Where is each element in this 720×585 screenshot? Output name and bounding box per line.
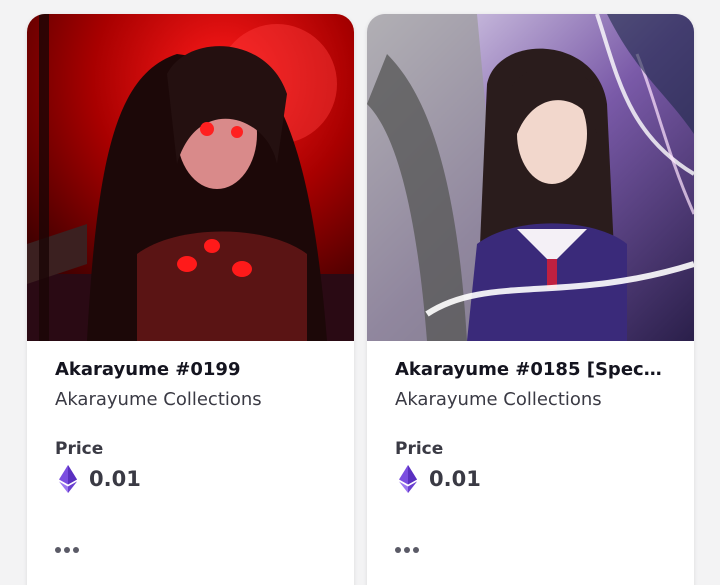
- ethereum-icon: [59, 465, 77, 493]
- nft-card[interactable]: Akarayume #0185 [Special Edition] Akaray…: [367, 14, 694, 585]
- nft-card[interactable]: Akarayume #0199 Akarayume Collections Pr…: [27, 14, 354, 585]
- nft-title[interactable]: Akarayume #0185 [Special Edition]: [395, 357, 666, 383]
- nft-card-grid: Akarayume #0199 Akarayume Collections Pr…: [0, 0, 720, 585]
- price-label: Price: [55, 439, 104, 459]
- more-dot: [413, 547, 419, 553]
- price-value: 0.01: [89, 467, 141, 491]
- more-options-button[interactable]: [55, 536, 95, 556]
- more-dot: [404, 547, 410, 553]
- more-dot: [73, 547, 79, 553]
- collection-name[interactable]: Akarayume Collections: [55, 387, 326, 413]
- nft-artwork-image[interactable]: [27, 14, 354, 341]
- price-label: Price: [395, 439, 444, 459]
- more-horizontal-icon: [55, 547, 61, 553]
- price-row: 0.01: [55, 464, 326, 494]
- price-row: 0.01: [395, 464, 666, 494]
- more-horizontal-icon: [395, 547, 401, 553]
- nft-title[interactable]: Akarayume #0199: [55, 357, 326, 383]
- more-options-button[interactable]: [395, 536, 435, 556]
- price-value: 0.01: [429, 467, 481, 491]
- more-dot: [64, 547, 70, 553]
- ethereum-icon: [399, 465, 417, 493]
- collection-name[interactable]: Akarayume Collections: [395, 387, 666, 413]
- nft-artwork-image[interactable]: [367, 14, 694, 341]
